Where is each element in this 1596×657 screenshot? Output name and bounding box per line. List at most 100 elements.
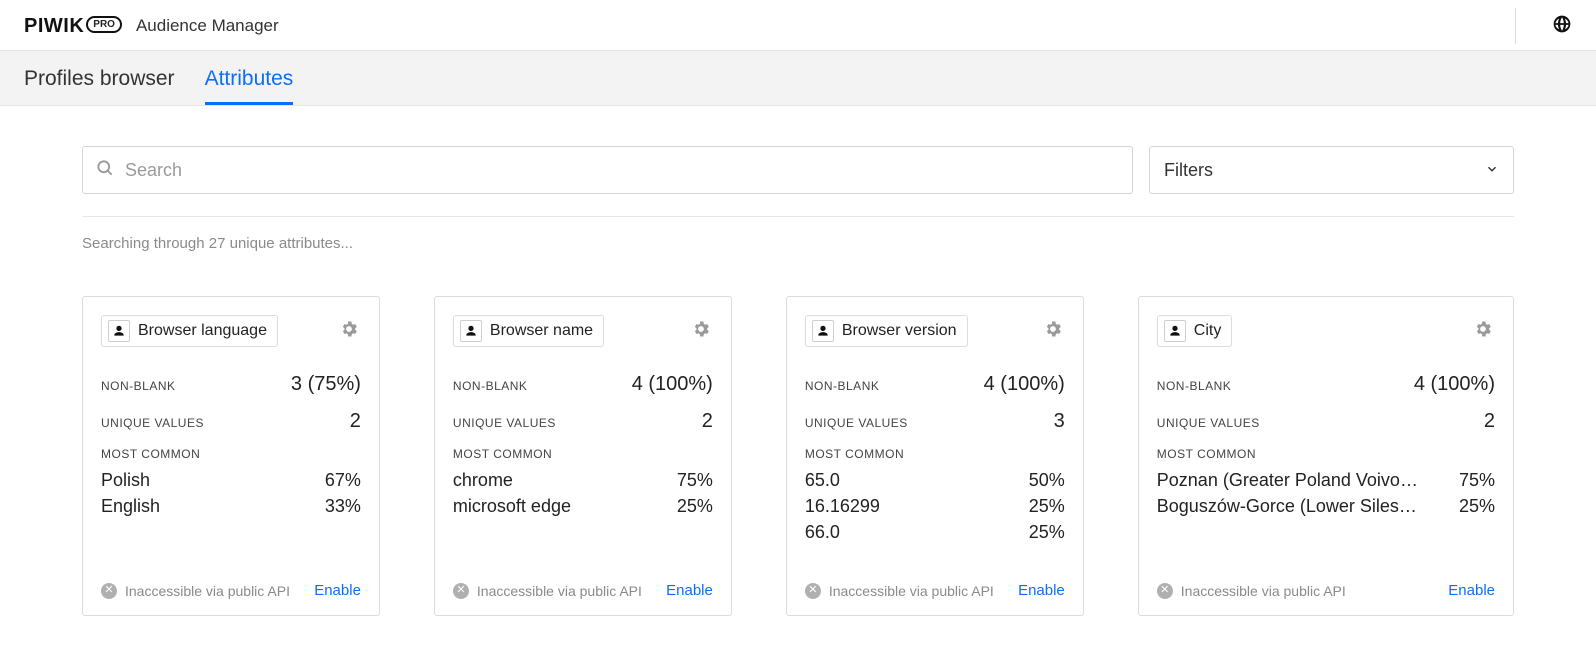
attribute-card-browser-name: Browser name NON-BLANK4 (100%) UNIQUE VALU… bbox=[434, 296, 732, 616]
attribute-pill[interactable]: Browser language bbox=[101, 315, 278, 347]
stat-value: 4 (100%) bbox=[984, 373, 1065, 396]
stat-label: NON-BLANK bbox=[1157, 379, 1232, 393]
stat-value: 4 (100%) bbox=[1414, 373, 1495, 396]
most-common-pct: 67% bbox=[325, 467, 361, 493]
most-common-label: 66.0 bbox=[805, 519, 840, 545]
most-common-label: 65.0 bbox=[805, 467, 840, 493]
stat-value: 2 bbox=[1484, 410, 1495, 433]
stat-non-blank: NON-BLANK4 (100%) bbox=[453, 373, 713, 396]
most-common-heading: MOST COMMON bbox=[101, 447, 361, 461]
most-common-pct: 25% bbox=[1029, 519, 1065, 545]
stat-label: NON-BLANK bbox=[805, 379, 880, 393]
most-common-row: chrome 75% bbox=[453, 467, 713, 493]
globe-icon[interactable] bbox=[1552, 14, 1572, 39]
most-common-row: Boguszów-Gorce (Lower Silesian)25% bbox=[1157, 493, 1495, 519]
stats: NON-BLANK3 (75%) UNIQUE VALUES2 MOST COMMO… bbox=[101, 373, 361, 519]
enable-link[interactable]: Enable bbox=[1018, 582, 1065, 599]
most-common-row: 16.16299 25% bbox=[805, 493, 1065, 519]
card-header: Browser name bbox=[453, 315, 713, 347]
most-common-row: English 33% bbox=[101, 493, 361, 519]
attribute-pill[interactable]: City bbox=[1157, 315, 1233, 347]
stat-label: UNIQUE VALUES bbox=[453, 416, 556, 430]
most-common-label: English bbox=[101, 493, 160, 519]
person-icon bbox=[1164, 320, 1186, 342]
stat-value: 2 bbox=[702, 410, 713, 433]
most-common-row: Poznan (Greater Poland Voivodeship) 75% bbox=[1157, 467, 1495, 493]
stat-unique-values: UNIQUE VALUES 2 bbox=[453, 410, 713, 433]
search-box[interactable] bbox=[82, 146, 1133, 194]
attribute-title: City bbox=[1194, 322, 1222, 340]
card-footer: ✕ Inaccessible via public API Enable bbox=[101, 566, 361, 599]
brand-piwik-text: PIWIK bbox=[24, 15, 84, 38]
brand-app-name: Audience Manager bbox=[136, 16, 279, 36]
person-icon bbox=[460, 320, 482, 342]
most-common-label: 16.16299 bbox=[805, 493, 880, 519]
stat-label: UNIQUE VALUES bbox=[1157, 416, 1260, 430]
stat-label: UNIQUE VALUES bbox=[805, 416, 908, 430]
gear-icon[interactable] bbox=[689, 317, 713, 346]
most-common-pct: 50% bbox=[1029, 467, 1065, 493]
stat-value: 3 bbox=[1054, 410, 1065, 433]
inaccessible-text: Inaccessible via public API bbox=[477, 583, 642, 599]
filters-label: Filters bbox=[1164, 160, 1213, 181]
close-circle-icon: ✕ bbox=[101, 583, 117, 599]
gear-icon[interactable] bbox=[1041, 317, 1065, 346]
close-circle-icon: ✕ bbox=[1157, 583, 1173, 599]
attribute-title: Browser language bbox=[138, 322, 267, 340]
most-common-pct: 25% bbox=[1459, 493, 1495, 519]
enable-link[interactable]: Enable bbox=[314, 582, 361, 599]
most-common-label: Poznan (Greater Poland Voivodeship) bbox=[1157, 467, 1421, 493]
brand-logo: PIWIK PRO Audience Manager bbox=[24, 15, 279, 38]
card-header: Browser language bbox=[101, 315, 361, 347]
brand-pro-badge: PRO bbox=[86, 16, 122, 33]
person-icon bbox=[108, 320, 130, 342]
stat-unique-values: UNIQUE VALUES 2 bbox=[1157, 410, 1495, 433]
search-filter-row: Filters bbox=[82, 146, 1514, 194]
most-common-row: microsoft edge25% bbox=[453, 493, 713, 519]
content: Filters Searching through 27 unique attr… bbox=[0, 106, 1596, 656]
stat-non-blank: NON-BLANK 4 (100%) bbox=[805, 373, 1065, 396]
attribute-card-browser-version: Browser version NON-BLANK 4 (100%) UNIQUE V… bbox=[786, 296, 1084, 616]
card-header: City bbox=[1157, 315, 1495, 347]
gear-icon[interactable] bbox=[337, 317, 361, 346]
inaccessible-text: Inaccessible via public API bbox=[829, 583, 994, 599]
inaccessible-text: Inaccessible via public API bbox=[1181, 583, 1346, 599]
enable-link[interactable]: Enable bbox=[1448, 582, 1495, 599]
card-header: Browser version bbox=[805, 315, 1065, 347]
tab-profiles-browser[interactable]: Profiles browser bbox=[24, 51, 175, 105]
tab-attributes[interactable]: Attributes bbox=[205, 51, 294, 105]
most-common-pct: 75% bbox=[1459, 467, 1495, 493]
stats: NON-BLANK4 (100%)UNIQUE VALUES2MOST COMM… bbox=[453, 373, 713, 519]
card-footer: ✕Inaccessible via public APIEnable bbox=[453, 566, 713, 599]
most-common-pct: 25% bbox=[1029, 493, 1065, 519]
stat-label: NON-BLANK bbox=[453, 379, 528, 393]
attribute-card-city: City NON-BLANK 4 (100%) UNIQUE VALUES 2 MOST … bbox=[1138, 296, 1514, 616]
stat-value: 2 bbox=[350, 410, 361, 433]
inaccessible-text: Inaccessible via public API bbox=[125, 583, 290, 599]
most-common-heading: MOST COMMON bbox=[805, 447, 1065, 461]
stat-non-blank: NON-BLANK3 (75%) bbox=[101, 373, 361, 396]
attribute-card-browser-language: Browser language NON-BLANK3 (75%) UNIQUE V… bbox=[82, 296, 380, 616]
search-input[interactable] bbox=[115, 159, 1120, 182]
attribute-pill[interactable]: Browser version bbox=[805, 315, 968, 347]
most-common-label: chrome bbox=[453, 467, 513, 493]
stat-unique-values: UNIQUE VALUES 3 bbox=[805, 410, 1065, 433]
most-common-pct: 75% bbox=[677, 467, 713, 493]
cards-grid: Browser language NON-BLANK3 (75%) UNIQUE V… bbox=[82, 296, 1514, 616]
most-common-heading: MOST COMMON bbox=[1157, 447, 1495, 461]
attribute-pill[interactable]: Browser name bbox=[453, 315, 604, 347]
attribute-title: Browser version bbox=[842, 322, 957, 340]
stats: NON-BLANK 4 (100%) UNIQUE VALUES 2 MOST COMM… bbox=[1157, 373, 1495, 519]
filters-dropdown[interactable]: Filters bbox=[1149, 146, 1514, 194]
chevron-down-icon bbox=[1485, 160, 1499, 181]
tabs-bar: Profiles browser Attributes bbox=[0, 51, 1596, 106]
header-separator bbox=[1515, 8, 1516, 44]
most-common-pct: 33% bbox=[325, 493, 361, 519]
stat-non-blank: NON-BLANK 4 (100%) bbox=[1157, 373, 1495, 396]
stat-unique-values: UNIQUE VALUES2 bbox=[101, 410, 361, 433]
most-common-label: Polish bbox=[101, 467, 150, 493]
most-common-row: 66.0 25% bbox=[805, 519, 1065, 545]
header: PIWIK PRO Audience Manager bbox=[0, 0, 1596, 51]
enable-link[interactable]: Enable bbox=[666, 582, 713, 599]
gear-icon[interactable] bbox=[1471, 317, 1495, 346]
